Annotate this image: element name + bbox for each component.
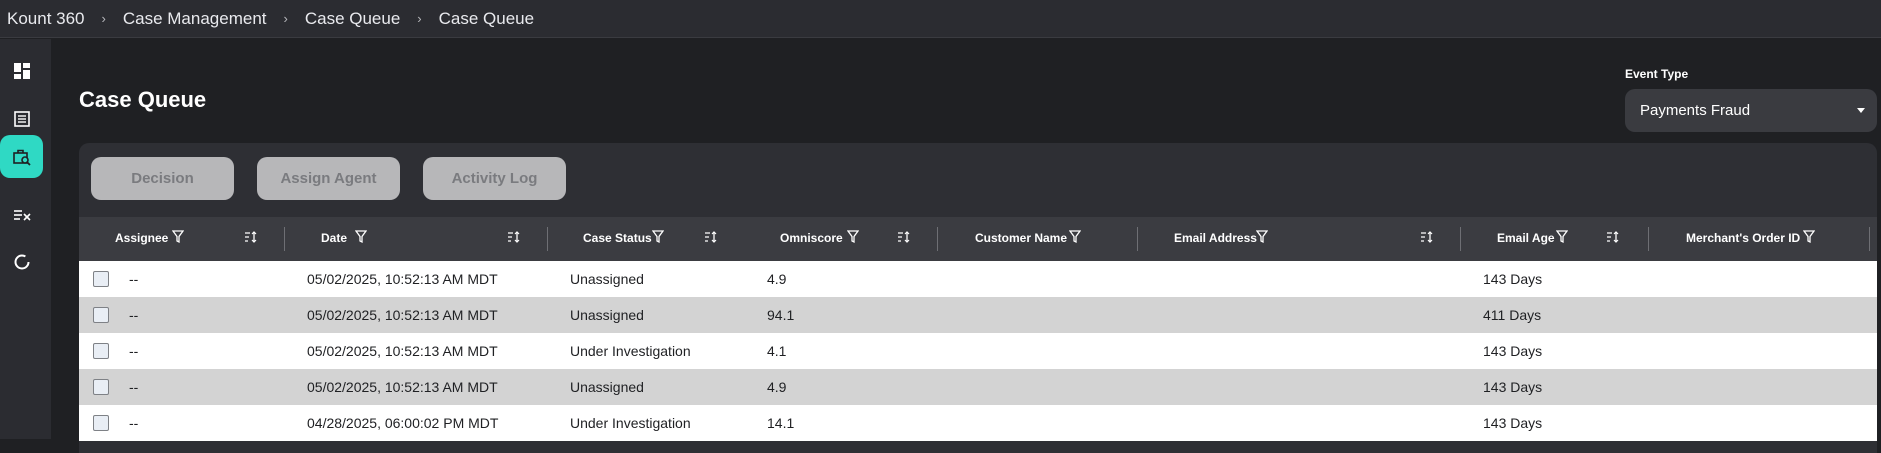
column-header-email-age[interactable]: Email Age <box>1497 231 1555 245</box>
filter-icon[interactable] <box>355 230 367 244</box>
assign-agent-button[interactable]: Assign Agent <box>257 157 400 200</box>
column-divider[interactable] <box>1460 227 1461 251</box>
cell-assignee: -- <box>129 271 139 287</box>
refresh-icon <box>14 254 29 269</box>
event-type-label: Event Type <box>1625 67 1689 81</box>
row-checkbox[interactable] <box>93 343 109 359</box>
event-type-select[interactable]: Payments Fraud <box>1625 89 1877 132</box>
cell-omniscore: 4.9 <box>767 271 787 287</box>
column-divider[interactable] <box>1137 227 1138 251</box>
breadcrumb-separator: › <box>283 11 288 26</box>
filter-icon[interactable] <box>1803 230 1815 244</box>
sort-icon[interactable] <box>1606 230 1620 244</box>
cell-omniscore: 4.1 <box>767 343 787 359</box>
cell-date: 05/02/2025, 10:52:13 AM MDT <box>307 307 498 323</box>
main-content: Case Queue Event Type Payments Fraud Dec… <box>51 39 1881 453</box>
filter-icon[interactable] <box>1256 230 1268 244</box>
page-title: Case Queue <box>79 87 207 112</box>
cell-email-age: 143 Days <box>1483 415 1543 431</box>
breadcrumb-item-case-management[interactable]: Case Management <box>123 9 267 29</box>
filter-icon[interactable] <box>1069 230 1081 244</box>
column-header-date[interactable]: Date <box>321 231 347 245</box>
filter-icon[interactable] <box>652 230 664 244</box>
row-checkbox[interactable] <box>93 379 109 395</box>
sidebar-item-refresh[interactable] <box>0 240 43 283</box>
table-row[interactable]: -- 05/02/2025, 10:52:13 AM MDT Unassigne… <box>79 261 1877 297</box>
cell-date: 04/28/2025, 06:00:02 PM MDT <box>307 415 499 431</box>
column-divider[interactable] <box>1648 227 1649 251</box>
event-type-value: Payments Fraud <box>1640 102 1751 119</box>
sort-icon[interactable] <box>704 230 718 244</box>
cell-assignee: -- <box>129 307 139 323</box>
filter-icon[interactable] <box>847 230 859 244</box>
sidebar-item-dashboard[interactable] <box>0 49 43 92</box>
cell-case-status: Under Investigation <box>570 343 691 359</box>
cell-email-age: 411 Days <box>1483 307 1542 323</box>
sort-icon[interactable] <box>507 230 521 244</box>
column-divider[interactable] <box>937 227 938 251</box>
breadcrumb: Kount 360 › Case Management › Case Queue… <box>0 0 1881 38</box>
cell-assignee: -- <box>129 379 139 395</box>
sort-icon[interactable] <box>244 230 258 244</box>
sidebar-item-checklist[interactable] <box>0 193 43 236</box>
column-header-omniscore[interactable]: Omniscore <box>780 231 843 245</box>
row-checkbox[interactable] <box>93 307 109 323</box>
table-row[interactable]: -- 04/28/2025, 06:00:02 PM MDT Under Inv… <box>79 405 1877 441</box>
column-header-customer-name[interactable]: Customer Name <box>975 231 1067 245</box>
breadcrumb-item-case-queue[interactable]: Case Queue <box>305 9 400 29</box>
sort-icon[interactable] <box>897 230 911 244</box>
cell-date: 05/02/2025, 10:52:13 AM MDT <box>307 343 498 359</box>
cell-email-age: 143 Days <box>1483 343 1543 359</box>
cell-assignee: -- <box>129 343 139 359</box>
case-queue-panel: Decision Assign Agent Activity Log Assig… <box>79 143 1877 453</box>
filter-icon[interactable] <box>1556 230 1568 244</box>
cell-omniscore: 4.9 <box>767 379 787 395</box>
column-header-assignee[interactable]: Assignee <box>115 231 168 245</box>
cell-case-status: Unassigned <box>570 379 644 395</box>
filter-icon[interactable] <box>172 230 184 244</box>
sidebar-item-case-queue[interactable] <box>0 135 43 178</box>
table-header: Assignee Date Case Status Omniscore Cust… <box>79 217 1877 261</box>
sidebar-item-list[interactable] <box>0 97 43 140</box>
cell-omniscore: 14.1 <box>767 415 795 431</box>
breadcrumb-item-home[interactable]: Kount 360 <box>0 9 85 29</box>
breadcrumb-separator: › <box>417 11 422 26</box>
checklist-icon <box>13 209 31 221</box>
cell-omniscore: 94.1 <box>767 307 795 323</box>
caret-down-icon <box>1857 108 1865 113</box>
cell-date: 05/02/2025, 10:52:13 AM MDT <box>307 271 498 287</box>
cell-case-status: Unassigned <box>570 271 644 287</box>
cell-assignee: -- <box>129 415 139 431</box>
breadcrumb-separator: › <box>101 11 106 26</box>
list-icon <box>13 110 30 127</box>
row-checkbox[interactable] <box>93 271 109 287</box>
column-header-merchant-order-id[interactable]: Merchant's Order ID <box>1686 231 1800 245</box>
cell-email-age: 143 Days <box>1483 271 1543 287</box>
cell-email-age: 143 Days <box>1483 379 1543 395</box>
dashboard-icon <box>13 62 30 79</box>
column-header-email-address[interactable]: Email Address <box>1174 231 1257 245</box>
column-header-case-status[interactable]: Case Status <box>583 231 652 245</box>
row-checkbox[interactable] <box>93 415 109 431</box>
case-search-icon <box>12 149 31 166</box>
sidebar <box>0 39 51 439</box>
cell-case-status: Unassigned <box>570 307 644 323</box>
column-divider[interactable] <box>1869 227 1870 251</box>
table-row[interactable]: -- 05/02/2025, 10:52:13 AM MDT Unassigne… <box>79 369 1877 405</box>
breadcrumb-item-current: Case Queue <box>438 8 535 28</box>
activity-log-button[interactable]: Activity Log <box>423 157 566 200</box>
column-divider[interactable] <box>284 227 285 251</box>
cell-date: 05/02/2025, 10:52:13 AM MDT <box>307 379 498 395</box>
table-row[interactable]: -- 05/02/2025, 10:52:13 AM MDT Unassigne… <box>79 297 1877 333</box>
cell-case-status: Under Investigation <box>570 415 691 431</box>
decision-button[interactable]: Decision <box>91 157 234 200</box>
sort-icon[interactable] <box>1420 230 1434 244</box>
table-row[interactable]: -- 05/02/2025, 10:52:13 AM MDT Under Inv… <box>79 333 1877 369</box>
column-divider[interactable] <box>547 227 548 251</box>
